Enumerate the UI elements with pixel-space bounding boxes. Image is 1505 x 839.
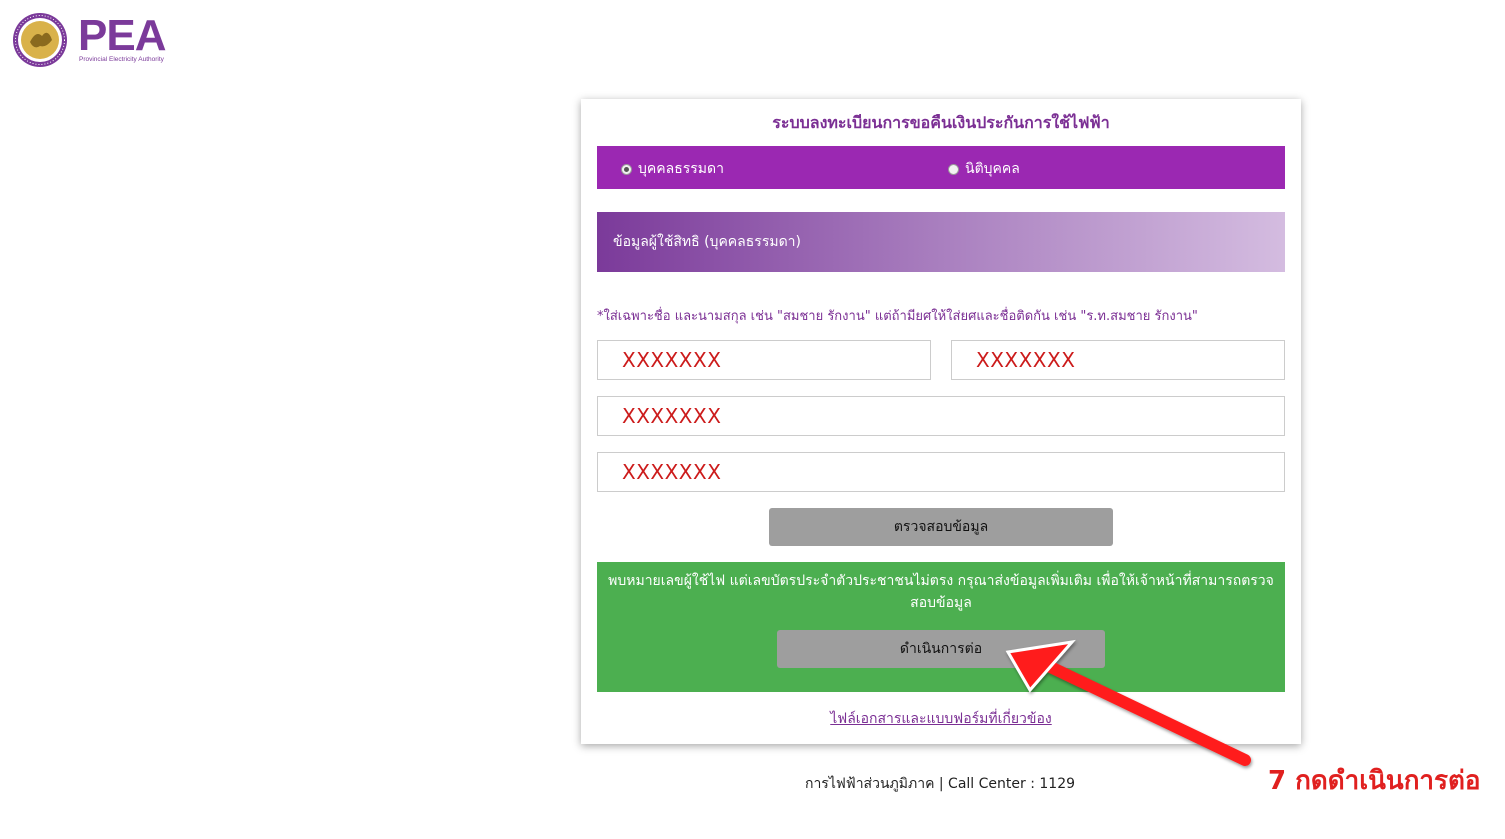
result-panel: พบหมายเลขผู้ใช้ไฟ แต่เลขบัตรประจำตัวประช…: [597, 562, 1285, 692]
page-title: ระบบลงทะเบียนการขอคืนเงินประกันการใช้ไฟฟ…: [772, 113, 1110, 132]
radio-individual[interactable]: บุคคลธรรมดา: [621, 158, 724, 180]
radio-unchecked-icon[interactable]: [948, 163, 959, 175]
person-type-selector: บุคคลธรรมดา นิติบุคคล: [597, 146, 1285, 189]
documents-link[interactable]: ไฟล์เอกสารและแบบฟอร์มที่เกี่ยวข้อง: [581, 708, 1301, 730]
account-number-input[interactable]: [598, 453, 1284, 491]
registration-card: ระบบลงทะเบียนการขอคืนเงินประกันการใช้ไฟฟ…: [581, 99, 1301, 744]
radio-individual-label: บุคคลธรรมดา: [638, 161, 724, 177]
radio-juristic-label: นิติบุคคล: [965, 161, 1020, 177]
id-card-input[interactable]: [598, 397, 1284, 435]
first-name-field[interactable]: [597, 340, 931, 380]
check-data-button[interactable]: ตรวจสอบข้อมูล: [769, 508, 1113, 546]
name-hint: *ใส่เฉพาะชื่อ และนามสกุล เช่น "สมชาย รัก…: [597, 309, 1198, 324]
radio-checked-icon[interactable]: [621, 163, 632, 175]
continue-button[interactable]: ดำเนินการต่อ: [777, 630, 1105, 668]
radio-juristic[interactable]: นิติบุคคล: [948, 158, 1020, 180]
pea-seal-icon: [13, 13, 67, 67]
result-message: พบหมายเลขผู้ใช้ไฟ แต่เลขบัตรประจำตัวประช…: [608, 573, 1274, 611]
id-card-field[interactable]: [597, 396, 1285, 436]
logo-wordmark: PEA: [78, 11, 166, 60]
account-number-field[interactable]: [597, 452, 1285, 492]
last-name-field[interactable]: [951, 340, 1285, 380]
section-heading: ข้อมูลผู้ใช้สิทธิ (บุคคลธรรมดา): [597, 212, 1285, 272]
logo-subtitle: Provincial Electricity Authority: [79, 56, 164, 63]
last-name-input[interactable]: [952, 341, 1284, 379]
first-name-input[interactable]: [598, 341, 930, 379]
annotation-label: 7 กดดำเนินการต่อ: [1268, 766, 1481, 796]
footer-text: การไฟฟ้าส่วนภูมิภาค | Call Center : 1129: [804, 776, 1076, 792]
pea-logo[interactable]: PEA Provincial Electricity Authority: [12, 12, 182, 72]
